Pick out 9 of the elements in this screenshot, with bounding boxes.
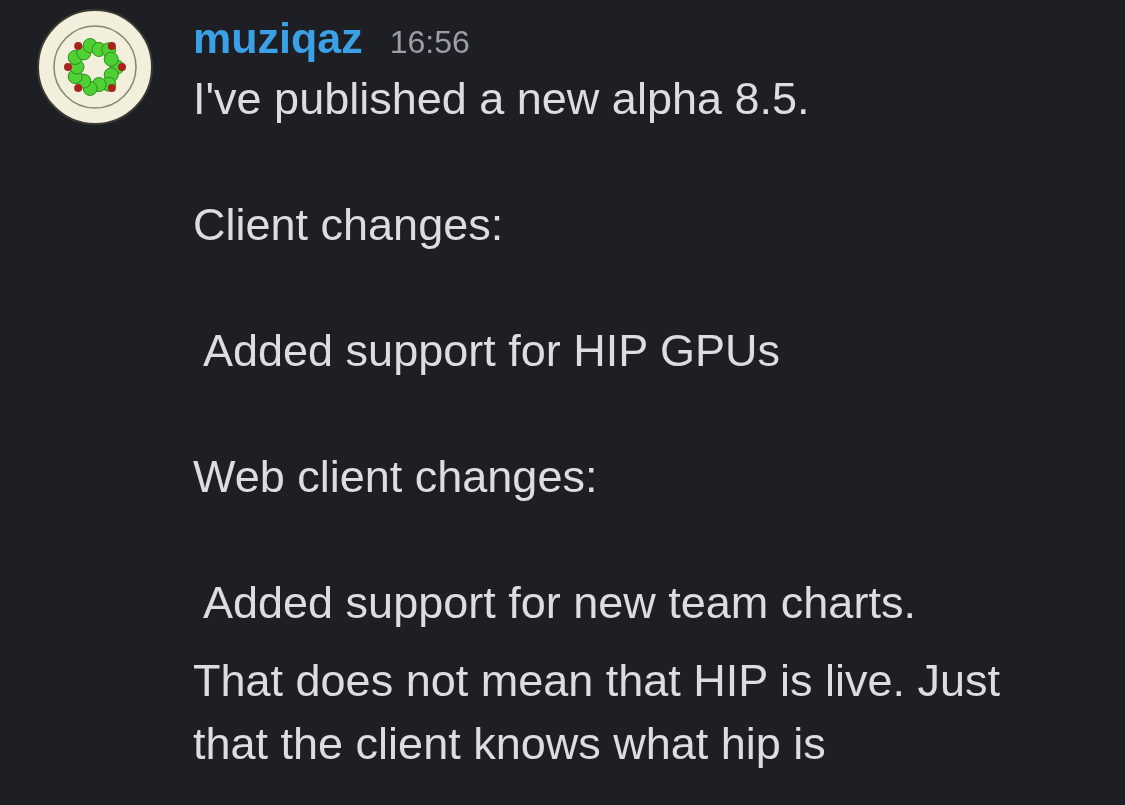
message-text: Added support for new team charts.: [202, 576, 917, 630]
message-text: Client changes:: [193, 198, 505, 252]
message-text: I've published a new alpha 8.5.: [193, 72, 811, 126]
message-text: That does not mean that HIP is live. Just that the client knows what hip is: [193, 654, 1002, 771]
message-text: Added support for HIP GPUs: [202, 324, 781, 378]
message-text: Web client changes:: [193, 450, 599, 504]
timestamp: 16:56: [389, 23, 470, 62]
username[interactable]: muziqaz: [193, 9, 363, 67]
avatar-icon[interactable]: [37, 9, 153, 125]
